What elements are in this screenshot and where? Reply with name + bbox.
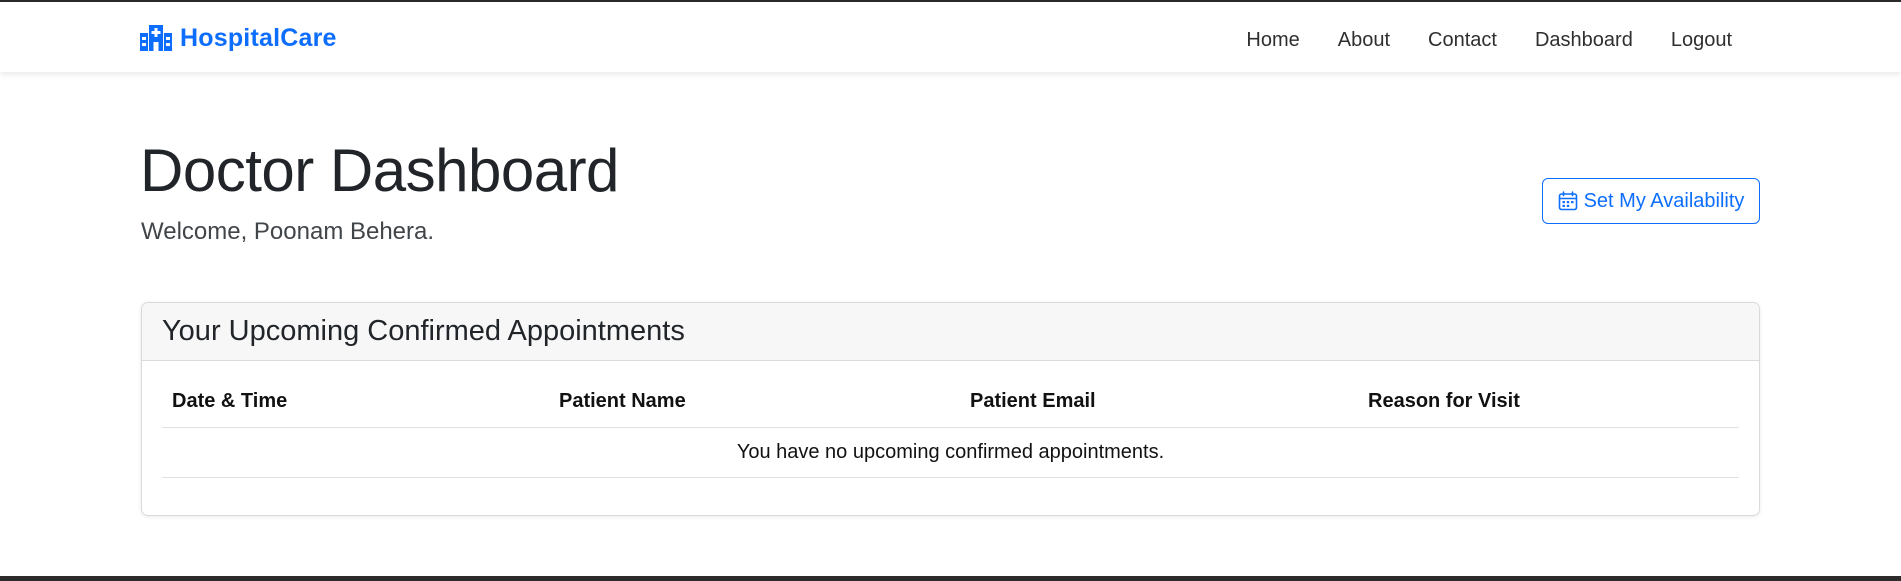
footer-bar xyxy=(0,576,1901,581)
nav-link-dashboard[interactable]: Dashboard xyxy=(1516,26,1652,54)
page-title: Doctor Dashboard xyxy=(140,137,619,204)
welcome-message: Welcome, Poonam Behera. xyxy=(141,218,435,245)
column-header-date-time: Date & Time xyxy=(162,387,549,428)
appointments-card: Your Upcoming Confirmed Appointments Dat… xyxy=(141,302,1760,516)
calendar-icon xyxy=(1558,191,1578,211)
appointments-table-wrap: Date & Time Patient Name Patient Email R… xyxy=(162,387,1739,478)
set-availability-label: Set My Availability xyxy=(1583,189,1745,212)
table-header-row: Date & Time Patient Name Patient Email R… xyxy=(162,387,1739,428)
table-row: You have no upcoming confirmed appointme… xyxy=(162,427,1739,478)
nav-link-logout[interactable]: Logout xyxy=(1652,26,1751,54)
brand-label: HospitalCare xyxy=(180,23,337,52)
appointments-table: Date & Time Patient Name Patient Email R… xyxy=(162,387,1739,478)
appointments-title: Your Upcoming Confirmed Appointments xyxy=(162,315,685,347)
empty-message: You have no upcoming confirmed appointme… xyxy=(162,427,1739,478)
nav-link-about[interactable]: About xyxy=(1319,26,1409,54)
column-header-reason: Reason for Visit xyxy=(1358,387,1739,428)
brand-link[interactable]: HospitalCare xyxy=(140,22,337,54)
navbar: HospitalCare Home About Contact Dashboar… xyxy=(0,2,1901,72)
nav-links: Home About Contact Dashboard Logout xyxy=(1227,26,1751,54)
column-header-patient-name: Patient Name xyxy=(549,387,960,428)
card-header: Your Upcoming Confirmed Appointments xyxy=(142,303,1759,361)
nav-link-contact[interactable]: Contact xyxy=(1409,26,1516,54)
hospital-icon xyxy=(140,25,172,51)
column-header-patient-email: Patient Email xyxy=(960,387,1358,428)
set-availability-button[interactable]: Set My Availability xyxy=(1542,178,1760,224)
nav-link-home[interactable]: Home xyxy=(1227,26,1318,54)
